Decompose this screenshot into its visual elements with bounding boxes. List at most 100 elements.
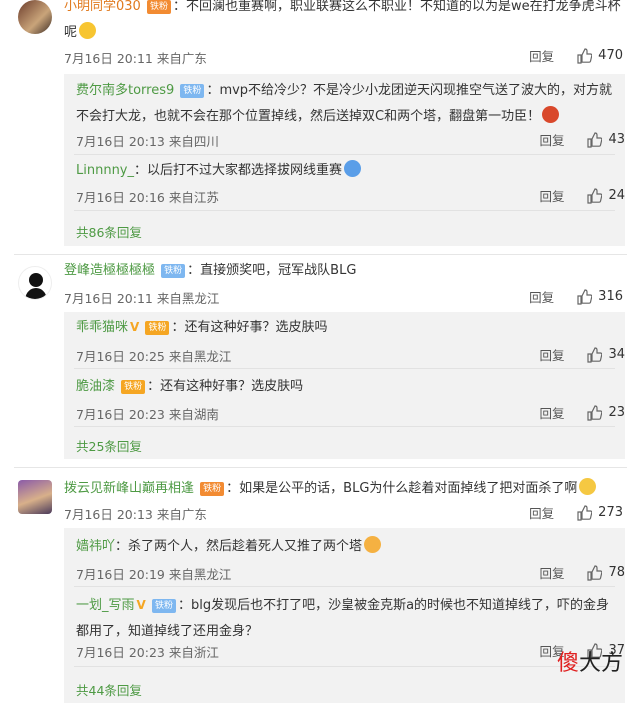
fan-badge: 铁粉: [121, 380, 146, 394]
verified-icon: V: [130, 320, 140, 334]
comment-text: 拨云见新峰山巅再相逢 铁粉 ：如果是公平的话，BLG为什么趁着对面掉线了把对面杀了…: [64, 476, 621, 502]
emoji-icon: [344, 160, 362, 177]
more-replies-link[interactable]: 共86条回复: [76, 222, 142, 241]
like-button[interactable]: 34: [586, 346, 625, 363]
like-button[interactable]: 273: [576, 504, 623, 521]
thumbs-up-icon: [587, 404, 603, 421]
thumbs-up-icon: [587, 564, 603, 581]
like-button[interactable]: 24: [586, 187, 625, 204]
like-count: 43: [608, 132, 625, 147]
like-count: 273: [598, 505, 623, 520]
comment-meta: 7月16日 20:13 来自广东: [64, 507, 207, 522]
comment-meta: 7月16日 20:11 来自黑龙江: [64, 291, 220, 306]
comment-actions: 回复 273: [529, 503, 623, 522]
reply-button[interactable]: 回复: [529, 287, 554, 306]
comment-text: 小明同学030 铁粉 ：不回澜也重赛啊，职业联赛这么不职业！不知道的以为是we在打…: [64, 0, 621, 46]
reply-username[interactable]: 乖乖猫咪: [76, 320, 128, 335]
fan-badge: 铁粉: [161, 264, 186, 278]
comment-body: ：如果是公平的话，BLG为什么趁着对面掉线了把对面杀了啊: [226, 481, 578, 496]
reply-body: ：以后打不过大家都选择拔网线重赛: [134, 163, 343, 178]
thumbs-up-icon: [587, 131, 603, 148]
more-replies-link[interactable]: 共25条回复: [76, 436, 142, 455]
reply-box: 嫱祎吖：杀了两个人，然后趁着死人又推了两个塔 7月16日 20:19 来自黑龙江…: [64, 528, 625, 703]
reply-button[interactable]: 回复: [539, 563, 564, 582]
username[interactable]: 小明同学030: [64, 0, 141, 14]
reply-text: 嫱祎吖：杀了两个人，然后趁着死人又推了两个塔: [76, 534, 615, 560]
like-count: 34: [608, 347, 625, 362]
silhouette-icon: [25, 273, 47, 299]
reply-username[interactable]: 一划_写雨: [76, 598, 135, 613]
divider: [74, 154, 615, 155]
fan-badge: 铁粉: [151, 599, 176, 613]
comment-thread-3: 拨云见新峰山巅再相逢 铁粉 ：如果是公平的话，BLG为什么趁着对面掉线了把对面杀了…: [0, 470, 641, 703]
reply-button[interactable]: 回复: [529, 46, 554, 65]
reply-meta: 7月16日 20:25 来自黑龙江: [76, 349, 232, 364]
emoji-icon: [579, 478, 597, 495]
comment-thread-2: 登峰造極極極極 铁粉 ：直接颁奖吧，冠军战队BLG 7月16日 20:11 来自黑…: [0, 256, 641, 468]
like-count: 24: [608, 188, 625, 203]
avatar[interactable]: [18, 266, 52, 300]
reply-meta: 7月16日 20:16 来自江苏: [76, 190, 219, 205]
reply-button[interactable]: 回复: [539, 186, 564, 205]
emoji-icon: [542, 106, 560, 123]
reply-text: 脆油漆 铁粉 ：还有这种好事？选皮肤吗: [76, 374, 615, 400]
reply-text: 一划_写雨 V 铁粉 ：blg发现后也不打了吧，沙皇被金克斯a的时候也不知道掉线了，…: [76, 592, 615, 645]
reply-button[interactable]: 回复: [539, 403, 564, 422]
like-count: 23: [608, 405, 625, 420]
smile-emoji-icon: [79, 22, 97, 39]
divider: [14, 467, 627, 468]
like-count: 470: [598, 48, 623, 63]
like-count: 316: [598, 289, 623, 304]
reply-text: 费尔南多torres9 铁粉 ：mvp不给冷少？不是冷少小龙团逆天闪现推空气送了波…: [76, 78, 615, 130]
divider: [74, 210, 615, 211]
avatar[interactable]: [18, 480, 52, 514]
comment-meta: 7月16日 20:11 来自广东: [64, 51, 207, 66]
reply-meta: 7月16日 20:13 来自四川: [76, 134, 219, 149]
reply-meta: 7月16日 20:23 来自湖南: [76, 407, 219, 422]
comment-thread-1: 小明同学030 铁粉 ：不回澜也重赛啊，职业联赛这么不职业！不知道的以为是we在打…: [0, 0, 641, 255]
thumbs-up-icon: [577, 504, 593, 521]
reply-actions: 回复 24: [539, 186, 625, 205]
fan-badge: 铁粉: [145, 321, 170, 335]
reply-actions: 回复 23: [539, 403, 625, 422]
like-button[interactable]: 43: [586, 131, 625, 148]
divider: [74, 586, 615, 587]
comment-actions: 回复 470: [529, 46, 623, 65]
thumbs-up-icon: [577, 288, 593, 305]
fan-badge: 铁粉: [200, 482, 225, 496]
comment-text: 登峰造極極極極 铁粉 ：直接颁奖吧，冠军战队BLG: [64, 258, 621, 284]
divider: [74, 666, 615, 667]
reply-body: ：还有这种好事？选皮肤吗: [171, 320, 328, 335]
comment-body: ：直接颁奖吧，冠军战队BLG: [187, 263, 357, 278]
reply-username[interactable]: 脆油漆: [76, 379, 115, 394]
reply-meta: 7月16日 20:19 来自黑龙江: [76, 567, 232, 582]
watermark-logo: 傻大方: [557, 645, 623, 677]
username[interactable]: 拨云见新峰山巅再相逢: [64, 481, 194, 496]
reply-username[interactable]: Linnnny_: [76, 163, 134, 178]
thumbs-up-icon: [587, 346, 603, 363]
like-button[interactable]: 316: [576, 288, 623, 305]
reply-button[interactable]: 回复: [529, 503, 554, 522]
more-replies-link[interactable]: 共44条回复: [76, 680, 142, 699]
reply-actions: 回复 43: [539, 130, 625, 149]
reply-body: ：还有这种好事？选皮肤吗: [147, 379, 304, 394]
reply-username[interactable]: 嫱祎吖: [76, 539, 115, 554]
like-button[interactable]: 78: [586, 564, 625, 581]
like-button[interactable]: 23: [586, 404, 625, 421]
fan-badge: 铁粉: [180, 84, 205, 98]
divider: [14, 254, 627, 255]
reply-username[interactable]: 费尔南多torres9: [76, 83, 174, 98]
like-button[interactable]: 470: [576, 47, 623, 64]
reply-text: 乖乖猫咪 V 铁粉 ：还有这种好事？选皮肤吗: [76, 314, 615, 341]
reply-button[interactable]: 回复: [539, 345, 564, 364]
divider: [74, 426, 615, 427]
reply-button[interactable]: 回复: [539, 130, 564, 149]
watermark-part1: 傻: [556, 651, 579, 676]
verified-icon: V: [136, 598, 146, 612]
avatar[interactable]: [18, 0, 52, 34]
reply-actions: 回复 78: [539, 563, 625, 582]
divider: [74, 368, 615, 369]
reply-text: Linnnny_：以后打不过大家都选择拔网线重赛: [76, 158, 615, 184]
username[interactable]: 登峰造極極極極: [64, 263, 155, 278]
reply-box: 费尔南多torres9 铁粉 ：mvp不给冷少？不是冷少小龙团逆天闪现推空气送了波…: [64, 74, 625, 246]
